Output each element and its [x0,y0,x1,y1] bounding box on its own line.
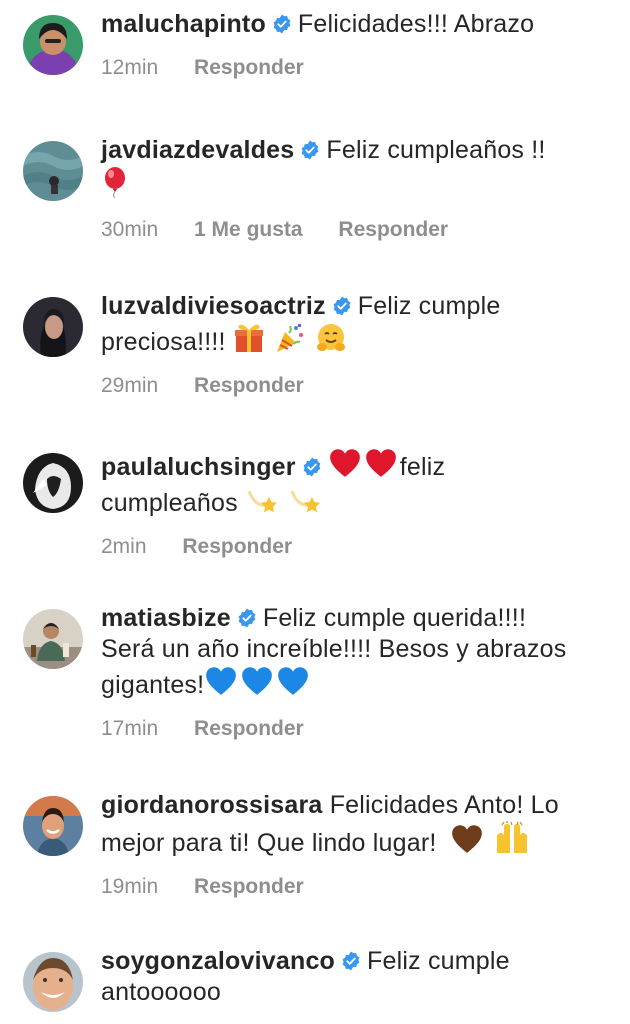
hugging-face-emoji [317,324,346,351]
comment-text: Feliz cumple [357,292,501,320]
avatar[interactable] [23,453,83,513]
avatar[interactable] [23,141,83,201]
timestamp: 29min [101,374,159,397]
username[interactable]: paulaluchsinger [101,453,296,481]
verified-badge-icon [272,14,292,34]
username[interactable]: luzvaldiviesoactriz [101,292,326,320]
avatar[interactable] [23,15,83,75]
timestamp: 30min [101,218,159,241]
verified-badge-icon [332,296,352,316]
reply-button[interactable]: Responder [194,875,304,898]
username[interactable]: giordanorossisara [101,791,323,819]
username[interactable]: matiasbize [101,604,231,632]
brown-heart-emoji [450,823,484,855]
timestamp: 17min [101,717,159,740]
reply-button[interactable]: Responder [194,374,304,397]
username[interactable]: soygonzalovivanco [101,947,335,975]
verified-badge-icon [237,608,257,628]
reply-button[interactable]: Responder [338,218,448,241]
comment-text-line3: gigantes! [101,671,205,699]
username[interactable]: maluchapinto [101,10,266,38]
avatar[interactable] [23,297,83,357]
comment-text-line2: preciosa!!!! [101,328,226,356]
blue-heart-emoji [204,665,238,697]
comment-text-line2: antoooooo [101,978,221,1006]
red-heart-emoji [328,447,362,479]
comment-text: feliz [399,453,446,481]
avatar[interactable] [23,796,83,856]
balloon-emoji [105,167,125,198]
verified-badge-icon [300,140,320,160]
blue-heart-emoji [240,665,274,697]
red-heart-emoji [364,447,398,479]
comment-list: maluchapinto Felicidades!!! Abrazo 12min … [0,0,630,1024]
username[interactable]: javdiazdevaldes [101,136,294,164]
verified-badge-icon [302,457,322,477]
dizzy-star-emoji [290,490,321,513]
blue-heart-emoji [276,665,310,697]
like-count[interactable]: 1 Me gusta [194,218,303,241]
party-popper-emoji [277,324,303,352]
reply-button[interactable]: Responder [182,535,292,558]
verified-badge-icon [341,951,361,971]
avatar[interactable] [23,609,83,669]
avatar[interactable] [23,952,83,1012]
comment-text-line2: cumpleaños [101,489,238,517]
comment-text-line2: mejor para ti! Que lindo lugar! [101,829,437,857]
comment-text: Feliz cumpleaños !! [326,136,546,164]
reply-button[interactable]: Responder [194,717,304,740]
comment-text: Feliz cumple querida!!!! [262,604,527,632]
gift-emoji [234,324,263,352]
timestamp: 19min [101,875,159,898]
comment-text: Feliz cumple [367,947,510,975]
comment-text: Felicidades Anto! Lo [329,791,559,819]
timestamp: 2min [101,535,147,558]
timestamp: 12min [101,56,159,79]
raised-hands-emoji [496,821,527,853]
dizzy-star-emoji [247,490,277,513]
comment-text-line2: Será un año increíble!!!! Besos y abrazo… [101,635,567,663]
comment-text: Felicidades!!! Abrazo [297,10,535,38]
reply-button[interactable]: Responder [194,56,304,79]
